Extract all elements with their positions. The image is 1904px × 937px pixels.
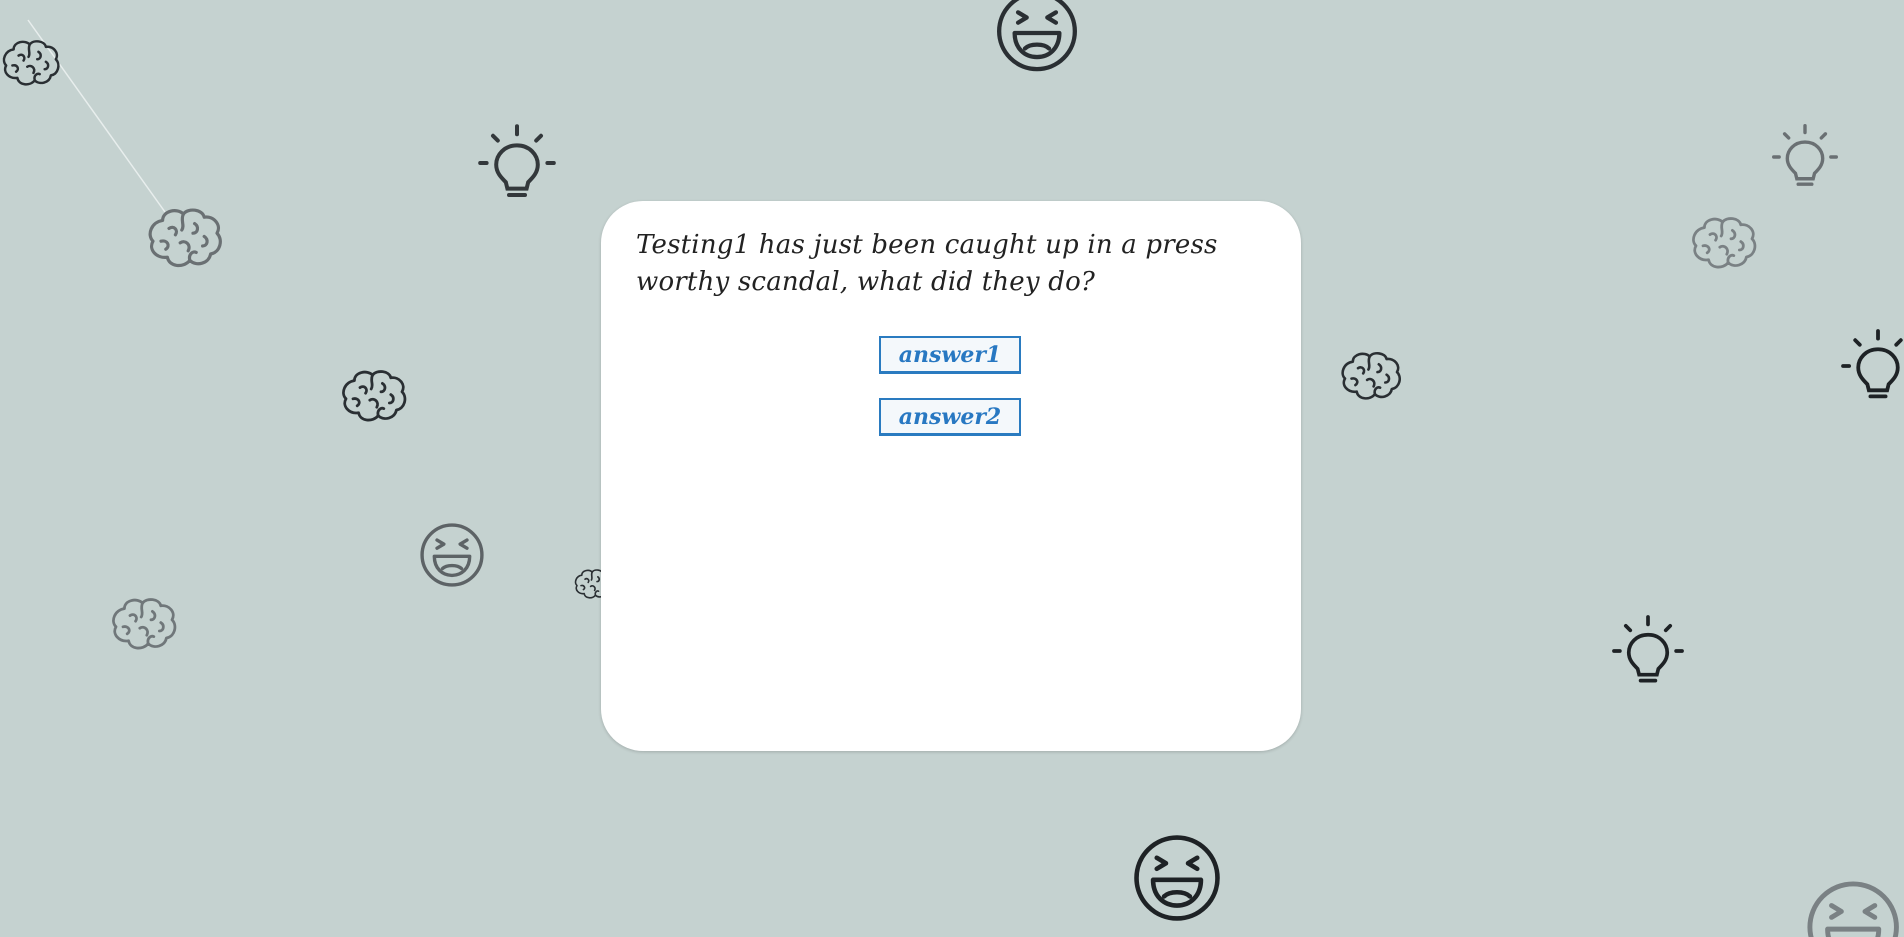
answer-1-button[interactable]: answer1 bbox=[879, 336, 1021, 374]
brain-icon bbox=[104, 596, 184, 652]
brain-icon bbox=[336, 368, 412, 424]
laughing-face-icon bbox=[1127, 832, 1227, 924]
question-text: Testing1 has just been caught up in a pr… bbox=[636, 230, 1218, 297]
question-modal: Testing1 has just been caught up in a pr… bbox=[601, 201, 1301, 751]
lightbulb-icon bbox=[477, 121, 557, 205]
laughing-face-icon bbox=[414, 521, 490, 589]
lightbulb-icon bbox=[1840, 328, 1904, 404]
laughing-face-icon bbox=[987, 0, 1087, 86]
brain-icon bbox=[141, 206, 229, 270]
brain-icon bbox=[1335, 350, 1407, 402]
brain-icon bbox=[0, 32, 62, 94]
lightbulb-icon bbox=[1771, 120, 1839, 194]
lightbulb-icon bbox=[1611, 611, 1685, 691]
answer-2-button[interactable]: answer2 bbox=[879, 398, 1021, 436]
brain-icon bbox=[1684, 215, 1764, 271]
laughing-face-icon bbox=[1804, 878, 1904, 937]
